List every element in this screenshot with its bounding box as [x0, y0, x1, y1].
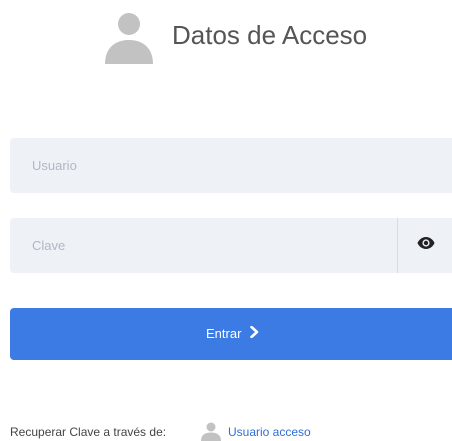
user-avatar-icon [105, 13, 153, 64]
page-title: Datos de Acceso [172, 20, 368, 50]
password-input[interactable] [10, 218, 397, 273]
eye-icon [417, 237, 435, 249]
login-button-label: Entrar [206, 326, 242, 341]
password-field-container [10, 218, 452, 273]
username-field-container [10, 138, 452, 193]
recover-password-text: Recuperar Clave a través de: [10, 425, 167, 439]
login-button[interactable]: Entrar [10, 308, 452, 360]
show-password-button[interactable] [397, 218, 452, 273]
user-icon [201, 422, 221, 441]
login-header: Datos de Acceso [0, 0, 452, 80]
username-input[interactable] [10, 138, 452, 193]
recover-via-user-link[interactable]: Usuario acceso [228, 425, 311, 439]
chevron-right-icon [250, 326, 259, 338]
